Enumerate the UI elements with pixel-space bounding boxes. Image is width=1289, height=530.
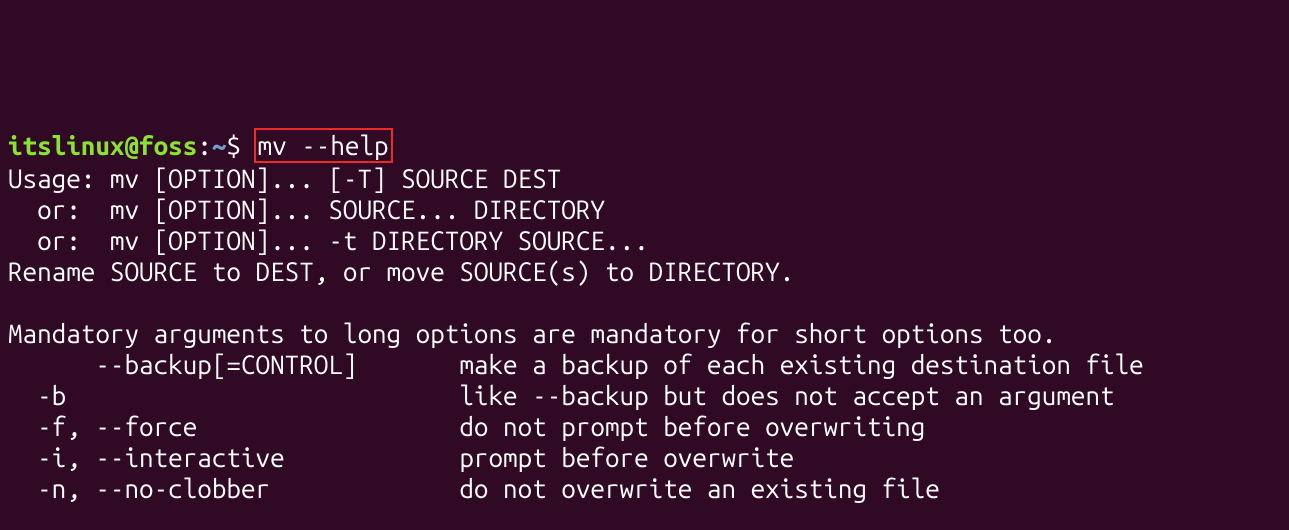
command-input[interactable]: mv --help [254,128,393,163]
prompt-path: ~ [212,131,227,160]
prompt-colon: : [197,131,212,160]
prompt-dollar: $ [226,131,255,160]
terminal-prompt: itslinux@foss:~$ [8,131,256,160]
prompt-user: itslinux@foss [8,131,197,160]
command-output: Usage: mv [OPTION]... [-T] SOURCE DEST o… [8,164,1144,503]
